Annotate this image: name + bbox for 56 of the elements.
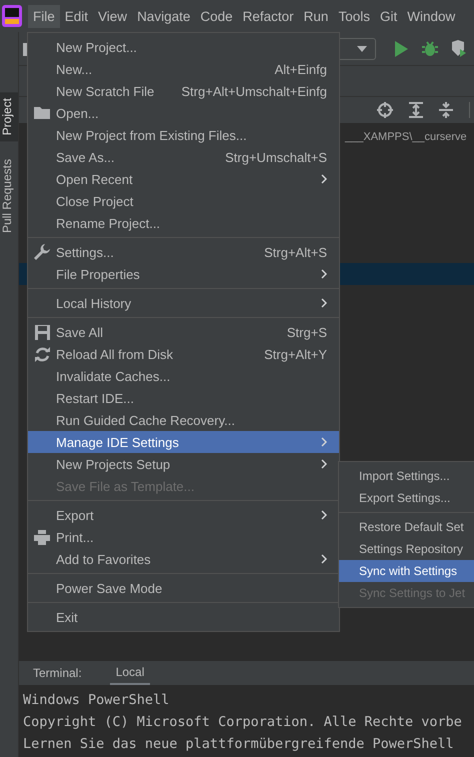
project-path: ___XAMPPS\__curserve xyxy=(345,131,467,143)
menu-item[interactable]: Import Settings... xyxy=(339,465,474,487)
reload-icon xyxy=(34,346,50,362)
menu-bar-item[interactable]: Edit xyxy=(60,4,94,28)
menu-item[interactable]: Settings Repository xyxy=(339,538,474,560)
menu-item[interactable]: Settings... Strg+Alt+S xyxy=(28,241,339,263)
coverage-icon[interactable] xyxy=(452,40,466,58)
menu-item[interactable]: Manage IDE Settings xyxy=(28,431,339,453)
menu-item[interactable]: Restart IDE... xyxy=(28,387,339,409)
menu-item[interactable]: Save As... Strg+Umschalt+S xyxy=(28,146,339,168)
menu-bar-item[interactable]: Window xyxy=(402,4,460,28)
printer-icon xyxy=(34,530,50,544)
crosshair-icon[interactable] xyxy=(377,102,393,118)
menu-item[interactable]: Save All Strg+S xyxy=(28,321,339,343)
menu-bar-item[interactable]: Navigate xyxy=(132,4,196,28)
terminal-line: Lernen Sie das neue plattformübergreifende PowerShell xyxy=(23,735,455,754)
menu-bar-item[interactable]: Run xyxy=(298,4,334,28)
terminal-line: Copyright (C) Microsoft Corporation. Alle Rechte vorbe xyxy=(23,713,463,732)
menu-bar-item[interactable]: Tools xyxy=(333,4,375,28)
app-logo-icon xyxy=(2,5,22,27)
caret-icon xyxy=(357,46,367,52)
terminal-line: Windows PowerShell xyxy=(23,691,170,710)
bug-icon[interactable] xyxy=(422,40,438,56)
menu-bar-item[interactable]: File xyxy=(28,4,60,28)
tool-window-tab[interactable]: Project xyxy=(0,92,18,142)
folder-icon xyxy=(34,107,50,119)
run-icon[interactable] xyxy=(394,40,408,56)
menu-item[interactable]: Add to Favorites xyxy=(28,548,339,570)
menu-bar-item[interactable]: Git xyxy=(374,4,402,28)
menu-item[interactable]: Open Recent xyxy=(28,168,339,190)
wrench-icon xyxy=(34,244,50,260)
menu-item[interactable]: Restore Default Set xyxy=(339,516,474,538)
menu-bar-item[interactable]: Code xyxy=(195,4,238,28)
menu-item[interactable]: New... Alt+Einfg xyxy=(28,58,339,80)
menu-item[interactable]: New Project from Existing Files... xyxy=(28,124,339,146)
menu-item[interactable]: Close Project xyxy=(28,190,339,212)
terminal-tab[interactable]: Terminal: xyxy=(27,662,88,684)
menu-bar-item[interactable]: Refactor xyxy=(238,4,299,28)
expand-all-icon[interactable] xyxy=(409,102,423,118)
menu-item[interactable]: Power Save Mode xyxy=(28,577,339,599)
menu-item[interactable]: Rename Project... xyxy=(28,212,339,234)
menu-item[interactable]: Run Guided Cache Recovery... xyxy=(28,409,339,431)
menu-item[interactable]: Invalidate Caches... xyxy=(28,365,339,387)
menu-item[interactable]: Export Settings... xyxy=(339,487,474,509)
menu-item[interactable]: File Properties xyxy=(28,263,339,285)
tool-window-tab[interactable]: Pull Requests xyxy=(0,153,18,240)
menu-item[interactable]: Export xyxy=(28,504,339,526)
menu-item[interactable]: Reload All from Disk Strg+Alt+Y xyxy=(28,343,339,365)
menu-item[interactable]: New Projects Setup xyxy=(28,453,339,475)
menu-item[interactable]: Print... xyxy=(28,526,339,548)
menu-item[interactable]: New Scratch File Strg+Alt+Umschalt+Einfg xyxy=(28,80,339,102)
menu-bar-item[interactable]: View xyxy=(93,4,132,28)
collapse-all-icon[interactable] xyxy=(439,102,453,118)
menu-item[interactable]: Exit xyxy=(28,606,339,628)
menu-item[interactable]: Sync with Settings xyxy=(339,560,474,582)
menu-item[interactable]: Local History xyxy=(28,292,339,314)
